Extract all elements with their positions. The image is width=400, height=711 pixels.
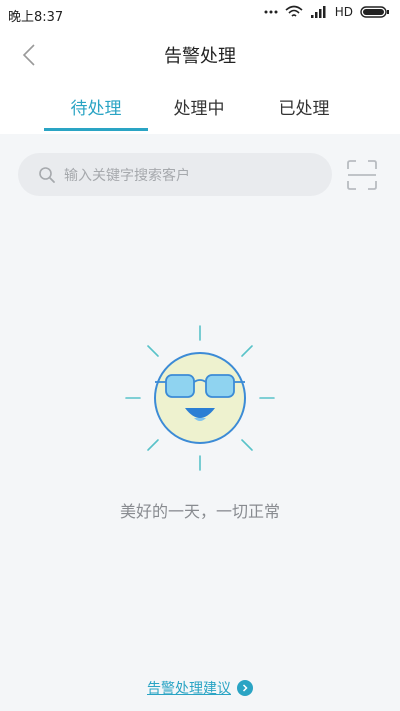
status-bar: 晚上8:37 HD [0, 0, 400, 28]
screen: 晚上8:37 HD 告警处理 待处理 处理中 已处理 输入关键字搜索客户 美好的… [0, 0, 400, 711]
status-icons: HD [264, 5, 390, 19]
search-icon [39, 166, 55, 183]
alarm-advice-label: 告警处理建议 [147, 681, 231, 697]
scan-icon[interactable] [346, 159, 378, 191]
tab-processed[interactable]: 已处理 [252, 94, 356, 134]
active-tab-indicator [44, 128, 148, 131]
search-placeholder: 输入关键字搜索客户 [64, 167, 190, 184]
tab-bar: 待处理 处理中 已处理 [0, 82, 400, 134]
network-label: HD [334, 5, 353, 19]
page-title: 告警处理 [164, 46, 236, 67]
tab-in-progress[interactable]: 处理中 [147, 94, 251, 134]
status-time: 晚上8:37 [8, 10, 64, 25]
sun-sunglasses-icon [125, 325, 275, 471]
dots-icon [264, 10, 278, 14]
wifi-icon [285, 5, 303, 17]
alarm-advice-link[interactable]: 告警处理建议 [0, 678, 400, 698]
chevron-right-circle-icon [237, 680, 253, 696]
search-input[interactable]: 输入关键字搜索客户 [18, 153, 332, 196]
header: 告警处理 [0, 28, 400, 82]
signal-icon [310, 6, 326, 18]
empty-state-message: 美好的一天，一切正常 [119, 502, 280, 521]
battery-icon [360, 6, 389, 18]
